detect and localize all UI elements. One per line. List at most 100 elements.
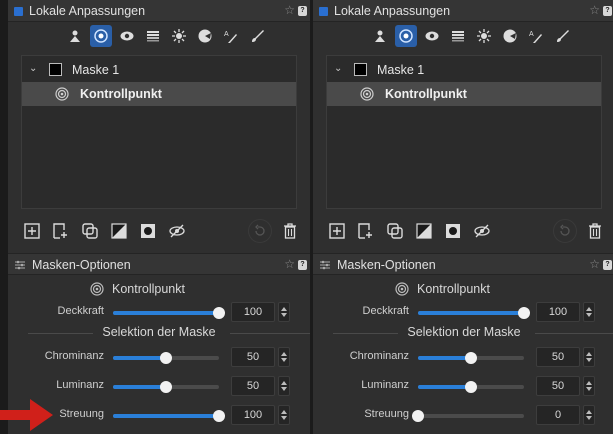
slider-knob[interactable] xyxy=(412,410,424,422)
luminance-value[interactable]: 50 xyxy=(231,376,275,396)
duplicate-icon[interactable] xyxy=(384,220,406,242)
control-point-icon xyxy=(395,282,409,296)
spread-slider-row: Streuung 0 xyxy=(313,405,613,425)
help-icon[interactable]: ? xyxy=(298,6,307,16)
help-icon[interactable]: ? xyxy=(603,260,612,270)
luminance-stepper[interactable] xyxy=(583,376,595,396)
add-mask-icon[interactable] xyxy=(21,220,43,242)
chroma-stepper[interactable] xyxy=(583,347,595,367)
opacity-slider[interactable] xyxy=(418,307,530,319)
undo-icon[interactable] xyxy=(248,219,272,243)
undo-icon[interactable] xyxy=(553,219,577,243)
control-point-icon[interactable] xyxy=(395,25,417,47)
help-icon[interactable]: ? xyxy=(298,260,307,270)
slider-knob[interactable] xyxy=(160,381,172,393)
opacity-stepper[interactable] xyxy=(278,302,290,322)
mask-options-header[interactable]: Masken-Optionen ☆ ? xyxy=(8,253,310,275)
opacity-slider[interactable] xyxy=(113,307,225,319)
slider-knob[interactable] xyxy=(160,352,172,364)
mask-row[interactable]: ⌄ Maske 1 xyxy=(327,58,601,82)
color-wheel-icon[interactable] xyxy=(499,25,521,47)
eye-icon[interactable] xyxy=(116,25,138,47)
control-point-icon xyxy=(360,87,374,104)
favorite-star-icon[interactable]: ☆ xyxy=(589,3,600,17)
chroma-stepper[interactable] xyxy=(278,347,290,367)
chroma-slider[interactable] xyxy=(418,352,524,364)
add-new-icon[interactable] xyxy=(355,220,377,242)
control-point-row[interactable]: Kontrollpunkt xyxy=(327,82,601,106)
luminance-value[interactable]: 50 xyxy=(536,376,580,396)
local-adjustments-header[interactable]: Lokale Anpassungen ☆ ? xyxy=(313,0,613,22)
add-new-icon[interactable] xyxy=(50,220,72,242)
spread-value[interactable]: 0 xyxy=(536,405,580,425)
luminance-slider[interactable] xyxy=(418,381,524,393)
text-brush-icon[interactable]: A xyxy=(220,25,242,47)
spread-label: Streuung xyxy=(364,408,409,420)
luminance-slider-row: Luminanz 50 xyxy=(313,376,613,396)
color-wheel-icon[interactable] xyxy=(194,25,216,47)
svg-text:A: A xyxy=(224,31,229,38)
control-point-icon xyxy=(55,87,69,104)
circle-mask-icon[interactable] xyxy=(442,220,464,242)
panel-color-swatch xyxy=(319,7,328,16)
chevron-down-icon[interactable]: ⌄ xyxy=(29,63,37,74)
favorite-star-icon[interactable]: ☆ xyxy=(284,3,295,17)
person-mask-icon[interactable] xyxy=(369,25,391,47)
spread-value[interactable]: 100 xyxy=(231,405,275,425)
brush-icon[interactable] xyxy=(246,25,268,47)
local-adjustments-header[interactable]: Lokale Anpassungen ☆ ? xyxy=(8,0,310,22)
control-point-type-label: Kontrollpunkt xyxy=(112,282,185,296)
circle-mask-icon[interactable] xyxy=(137,220,159,242)
invert-icon[interactable] xyxy=(413,220,435,242)
slider-knob[interactable] xyxy=(213,307,225,319)
gradient-icon[interactable] xyxy=(142,25,164,47)
trash-icon[interactable] xyxy=(279,220,301,242)
slider-knob[interactable] xyxy=(465,352,477,364)
invert-icon[interactable] xyxy=(108,220,130,242)
opacity-value[interactable]: 100 xyxy=(231,302,275,322)
favorite-star-icon[interactable]: ☆ xyxy=(589,257,600,271)
chroma-slider[interactable] xyxy=(113,352,219,364)
trash-icon[interactable] xyxy=(584,220,606,242)
visibility-icon[interactable] xyxy=(471,220,493,242)
spread-slider[interactable] xyxy=(412,410,524,422)
selection-title: Selektion der Maske xyxy=(407,325,521,339)
mask-tools xyxy=(21,220,188,242)
luminance-stepper[interactable] xyxy=(278,376,290,396)
auto-mask-icon[interactable] xyxy=(168,25,190,47)
duplicate-icon[interactable] xyxy=(79,220,101,242)
chroma-value[interactable]: 50 xyxy=(536,347,580,367)
visibility-icon[interactable] xyxy=(166,220,188,242)
luminance-slider[interactable] xyxy=(113,381,219,393)
control-point-label: Kontrollpunkt xyxy=(80,87,162,101)
control-point-row[interactable]: Kontrollpunkt xyxy=(22,82,296,106)
add-mask-icon[interactable] xyxy=(326,220,348,242)
text-brush-icon[interactable]: A xyxy=(525,25,547,47)
auto-mask-icon[interactable] xyxy=(473,25,495,47)
slider-knob[interactable] xyxy=(213,410,225,422)
chroma-value[interactable]: 50 xyxy=(231,347,275,367)
spread-stepper[interactable] xyxy=(278,405,290,425)
spread-stepper[interactable] xyxy=(583,405,595,425)
local-adjustments-title: Lokale Anpassungen xyxy=(29,4,146,18)
spread-slider[interactable] xyxy=(113,410,225,422)
favorite-star-icon[interactable]: ☆ xyxy=(284,257,295,271)
person-mask-icon[interactable] xyxy=(64,25,86,47)
help-icon[interactable]: ? xyxy=(603,6,612,16)
gradient-icon[interactable] xyxy=(447,25,469,47)
mask-options-header[interactable]: Masken-Optionen ☆ ? xyxy=(313,253,613,275)
slider-knob[interactable] xyxy=(518,307,530,319)
chroma-slider-row: Chrominanz 50 xyxy=(8,347,310,367)
local-adjustments-title: Lokale Anpassungen xyxy=(334,4,451,18)
slider-knob[interactable] xyxy=(465,381,477,393)
opacity-stepper[interactable] xyxy=(583,302,595,322)
mask-row[interactable]: ⌄ Maske 1 xyxy=(22,58,296,82)
opacity-value[interactable]: 100 xyxy=(536,302,580,322)
chevron-down-icon[interactable]: ⌄ xyxy=(334,63,342,74)
control-point-icon[interactable] xyxy=(90,25,112,47)
mask-options-title: Masken-Optionen xyxy=(32,258,131,272)
brush-icon[interactable] xyxy=(551,25,573,47)
right-panel: Lokale Anpassungen ☆ ? A ⌄ Maske 1 Kontr… xyxy=(313,0,613,434)
eye-icon[interactable] xyxy=(421,25,443,47)
mask-type-toolbar: A xyxy=(64,25,268,47)
